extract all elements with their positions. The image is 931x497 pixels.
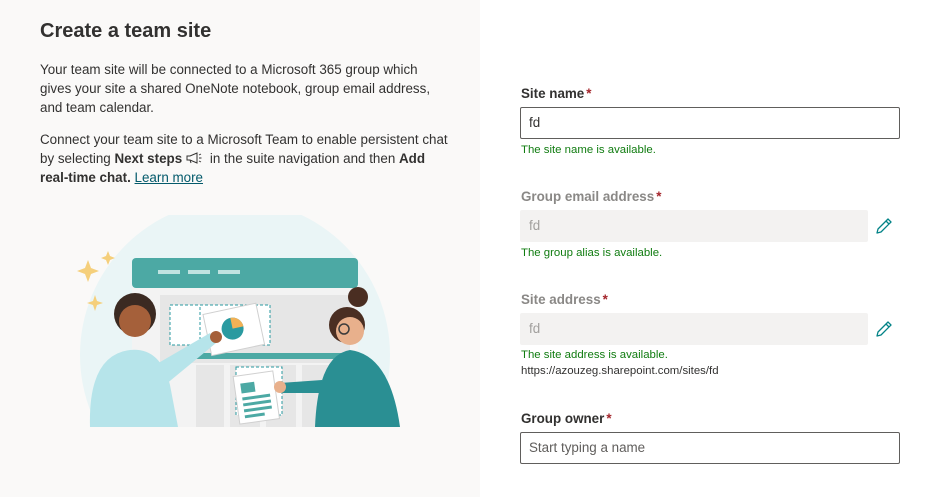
site-form: Site name * fd The site name is available… — [480, 0, 931, 497]
required-marker: * — [586, 86, 592, 101]
team-site-illustration — [60, 215, 420, 440]
group-email-status: The group alias is available. — [521, 247, 663, 259]
teams-paragraph: Connect your team site to a Microsoft Te… — [40, 132, 448, 185]
group-email-label: Group email address * — [521, 189, 662, 204]
intro-paragraph: Your team site will be connected to a Mi… — [40, 62, 431, 115]
site-name-label: Site name * — [521, 86, 592, 101]
edit-address-pencil-icon[interactable] — [874, 319, 894, 339]
intro-panel: Create a team site Your team site will b… — [0, 0, 480, 497]
megaphone-icon — [186, 152, 202, 164]
site-address-label: Site address * — [521, 292, 608, 307]
required-marker: * — [602, 292, 608, 307]
required-marker: * — [656, 189, 662, 204]
site-name-status: The site name is available. — [521, 144, 656, 156]
site-address-status: The site address is available. — [521, 349, 668, 361]
edit-email-pencil-icon[interactable] — [874, 216, 894, 236]
page-title: Create a team site — [40, 20, 212, 42]
group-email-input: fd — [520, 210, 868, 242]
learn-more-link[interactable]: Learn more — [135, 170, 203, 185]
site-address-input: fd — [520, 313, 868, 345]
site-name-input[interactable]: fd — [520, 107, 900, 139]
next-steps-text: Next steps — [114, 151, 183, 166]
site-url: https://azouzeg.sharepoint.com/sites/fd — [521, 365, 719, 377]
required-marker: * — [606, 411, 612, 426]
group-owner-input[interactable]: Start typing a name — [520, 432, 900, 464]
group-owner-label: Group owner * — [521, 411, 612, 426]
